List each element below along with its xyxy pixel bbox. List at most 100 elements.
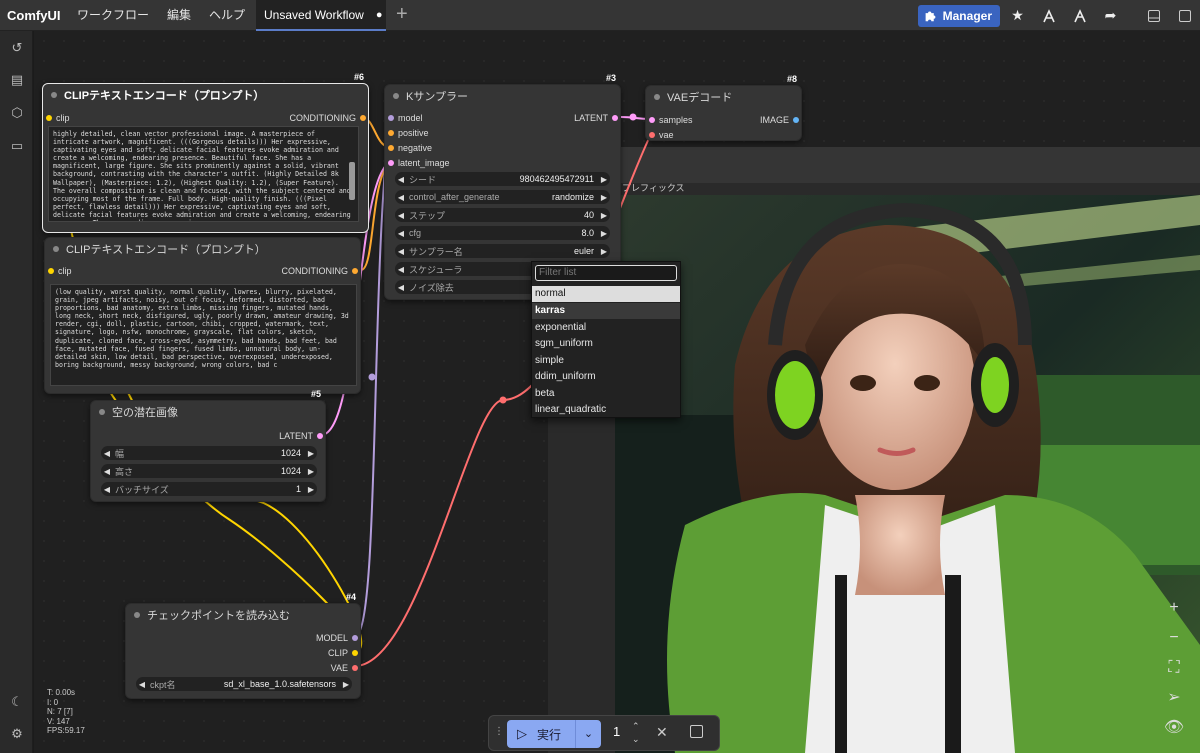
input-latent-image[interactable]: latent_image <box>385 158 450 168</box>
model-pin-icon[interactable] <box>388 115 394 121</box>
decrement-arrow-icon[interactable]: ◀ <box>101 449 113 458</box>
latent-pin-icon[interactable] <box>649 117 655 123</box>
dropdown-item-exponential[interactable]: exponential <box>532 320 680 336</box>
filter-input[interactable]: Filter list <box>535 265 677 281</box>
negative-pin-icon[interactable] <box>388 145 394 151</box>
collapse-dot-icon[interactable] <box>53 246 59 252</box>
conditioning-pin-icon[interactable] <box>352 268 358 274</box>
decrement-arrow-icon[interactable]: ◀ <box>101 485 113 494</box>
negative-prompt-textarea[interactable]: (low quality, worst quality, normal qual… <box>50 284 357 386</box>
clip-text-encode-positive-node[interactable]: #6 CLIPテキストエンコード（プロンプト） clip CONDITIONIN… <box>42 72 369 233</box>
input-samples[interactable]: samples <box>646 115 693 125</box>
widget-batch-size[interactable]: ◀ バッチサイズ 1 ▶ <box>101 482 317 496</box>
run-button[interactable]: ▷ 実行 ⌄ <box>507 720 601 748</box>
decrement-arrow-icon[interactable]: ◀ <box>395 283 407 292</box>
menu-workflow[interactable]: ワークフロー <box>68 0 158 31</box>
decrement-arrow-icon[interactable]: ◀ <box>136 680 148 689</box>
panel-toggle-icon[interactable] <box>1138 0 1169 31</box>
input-vae[interactable]: vae <box>646 130 674 140</box>
folder-icon[interactable]: ▭ <box>9 138 25 154</box>
arrow-share-icon[interactable]: ➦ <box>1095 0 1126 31</box>
dropdown-item-simple[interactable]: simple <box>532 353 680 369</box>
pointer-icon[interactable]: ➢ <box>1160 684 1188 712</box>
settings-gear-icon[interactable]: ⚙ <box>9 726 25 742</box>
output-conditioning[interactable]: CONDITIONING <box>290 113 369 123</box>
decrement-arrow-icon[interactable]: ◀ <box>395 229 407 238</box>
dropdown-item-linear-quadratic[interactable]: linear_quadratic <box>532 402 680 418</box>
vae-decode-node[interactable]: #8 VAEデコード samples vae IMAGE <box>645 74 802 141</box>
decrement-arrow-icon[interactable]: ◀ <box>395 265 407 274</box>
dropdown-item-karras[interactable]: karras <box>532 303 680 319</box>
widget-ckpt-name[interactable]: ◀ ckpt名 sd_xl_base_1.0.safetensors ▶ <box>136 677 352 691</box>
increment-arrow-icon[interactable]: ▶ <box>340 680 352 689</box>
fit-view-icon[interactable]: ⛶ <box>1160 654 1188 682</box>
widget-sampler-name[interactable]: ◀ サンプラー名 euler ▶ <box>395 244 610 258</box>
increment-arrow-icon[interactable]: ▶ <box>305 485 317 494</box>
widget-seed[interactable]: ◀ シード 980462495472911 ▶ <box>395 172 610 186</box>
vae-pin-icon[interactable] <box>352 665 358 671</box>
output-latent[interactable]: LATENT <box>279 431 325 441</box>
collapse-dot-icon[interactable] <box>99 409 105 415</box>
queue-icon[interactable]: ▤ <box>9 72 25 88</box>
widget-width[interactable]: ◀ 幅 1024 ▶ <box>101 446 317 460</box>
decrement-arrow-icon[interactable]: ◀ <box>101 467 113 476</box>
prompt-textarea[interactable]: highly detailed, clean vector profession… <box>48 126 359 222</box>
input-positive[interactable]: positive <box>385 128 429 138</box>
increment-arrow-icon[interactable]: ▶ <box>598 247 610 256</box>
vae-pin-icon[interactable] <box>649 132 655 138</box>
positive-pin-icon[interactable] <box>388 130 394 136</box>
fullscreen-icon[interactable] <box>1169 0 1200 31</box>
output-model[interactable]: MODEL <box>316 633 360 643</box>
decrement-arrow-icon[interactable]: ◀ <box>395 247 407 256</box>
drag-handle-icon[interactable]: ⋮ <box>494 726 504 737</box>
widget-control-after-generate[interactable]: ◀ control_after_generate randomize ▶ <box>395 190 610 204</box>
decrement-arrow-icon[interactable]: ◀ <box>395 193 407 202</box>
dropdown-item-sgm-uniform[interactable]: sgm_uniform <box>532 336 680 352</box>
batch-count-input[interactable]: 1 <box>613 724 620 739</box>
menu-help[interactable]: ヘルプ <box>200 0 254 31</box>
add-tab-button[interactable]: + <box>396 4 414 26</box>
collapse-dot-icon[interactable] <box>51 92 57 98</box>
increment-arrow-icon[interactable]: ▶ <box>305 449 317 458</box>
latent-pin-icon[interactable] <box>612 115 618 121</box>
increment-arrow-icon[interactable]: ▶ <box>305 467 317 476</box>
input-clip[interactable]: clip <box>43 113 70 123</box>
input-clip[interactable]: clip <box>45 266 72 276</box>
moon-icon[interactable]: ☾ <box>9 694 25 710</box>
manager-button[interactable]: Manager <box>917 4 1000 27</box>
dropdown-item-beta[interactable]: beta <box>532 386 680 402</box>
dropdown-item-ddim-uniform[interactable]: ddim_uniform <box>532 369 680 385</box>
collapse-dot-icon[interactable] <box>134 612 140 618</box>
image-pin-icon[interactable] <box>793 117 799 123</box>
conditioning-pin-icon[interactable] <box>360 115 366 121</box>
increment-arrow-icon[interactable]: ▶ <box>598 193 610 202</box>
widget-height[interactable]: ◀ 高さ 1024 ▶ <box>101 464 317 478</box>
output-clip[interactable]: CLIP <box>328 648 360 658</box>
clip-text-encode-negative-node[interactable]: CLIPテキストエンコード（プロンプト） clip CONDITIONING (… <box>44 237 361 394</box>
decrement-arrow-icon[interactable]: ◀ <box>395 211 407 220</box>
zoom-out-icon[interactable]: − <box>1160 624 1188 652</box>
batch-count-stepper-icon[interactable]: ⌃ ⌄ <box>632 720 640 746</box>
clip-pin-icon[interactable] <box>352 650 358 656</box>
zoom-in-icon[interactable]: + <box>1160 594 1188 622</box>
tab-modified-indicator[interactable]: ● <box>376 9 383 21</box>
latent-pin-icon[interactable] <box>317 433 323 439</box>
widget-cfg[interactable]: ◀ cfg 8.0 ▶ <box>395 226 610 240</box>
input-model[interactable]: model <box>385 113 423 123</box>
menu-edit[interactable]: 編集 <box>158 0 200 31</box>
cube-icon[interactable]: ⬡ <box>9 105 25 121</box>
star-icon[interactable]: ★ <box>1002 0 1033 31</box>
textarea-scrollbar[interactable] <box>349 162 355 200</box>
run-options-chevron-icon[interactable]: ⌄ <box>575 720 601 748</box>
increment-arrow-icon[interactable]: ▶ <box>598 229 610 238</box>
clip-pin-icon[interactable] <box>48 268 54 274</box>
output-latent[interactable]: LATENT <box>574 113 620 123</box>
share-icon[interactable] <box>1033 0 1064 31</box>
tab-unsaved-workflow[interactable]: Unsaved Workflow ● <box>256 0 386 31</box>
eye-icon[interactable]: 👁 <box>1160 714 1188 742</box>
stop-square-icon[interactable] <box>690 725 703 738</box>
collapse-dot-icon[interactable] <box>393 93 399 99</box>
history-icon[interactable]: ↺ <box>9 40 25 56</box>
latent-pin-icon[interactable] <box>388 160 394 166</box>
output-image[interactable]: IMAGE <box>760 115 801 125</box>
